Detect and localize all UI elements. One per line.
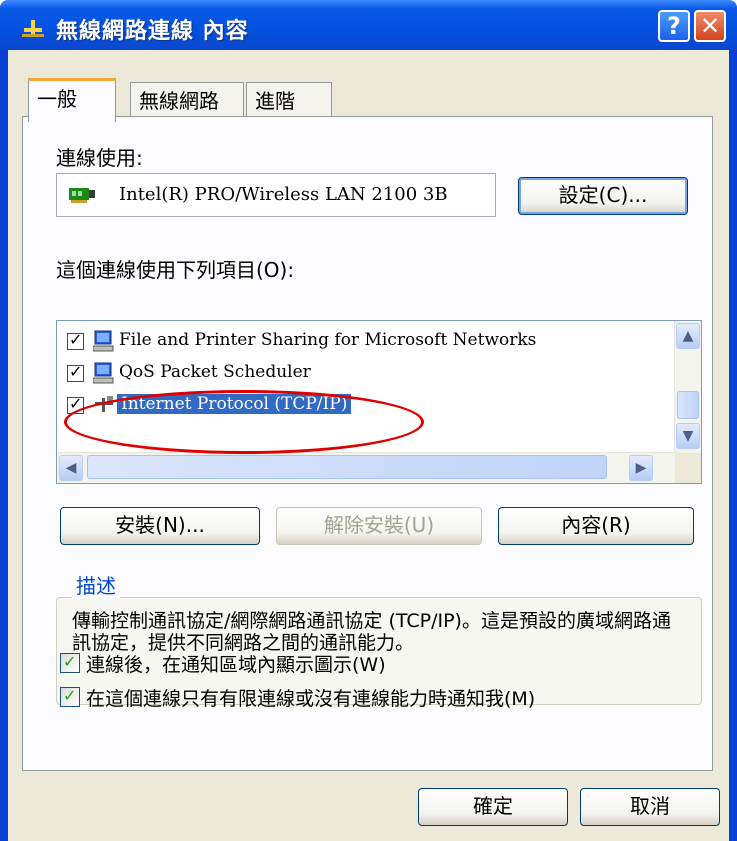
help-button[interactable]: ? — [658, 10, 690, 42]
network-connection-icon — [22, 20, 44, 37]
device-name: Intel(R) PRO/Wireless LAN 2100 3B — [119, 184, 448, 205]
list-item[interactable]: ✓ Internet Protocol (TCP/IP) — [57, 391, 657, 421]
network-service-icon — [93, 330, 114, 352]
window-title: 無線網路連線 內容 — [56, 19, 249, 44]
horizontal-scroll-thumb[interactable] — [87, 455, 607, 479]
item-label: QoS Packet Scheduler — [119, 362, 311, 382]
vertical-scrollbar[interactable]: ▲ ▼ — [674, 321, 701, 453]
list-item[interactable]: ✓ QoS Packet Scheduler — [57, 359, 657, 389]
cancel-button[interactable]: 取消 — [580, 788, 720, 826]
components-label: 這個連線使用下列項目(O): — [56, 258, 295, 282]
dialog-body: 一般 無線網路 進階 連線使用: Intel(R) PRO/Wireless L… — [8, 50, 729, 841]
show-icon-checkbox[interactable]: ✓ — [60, 652, 80, 673]
item-checkbox[interactable]: ✓ — [67, 362, 84, 382]
notify-label[interactable]: 在這個連線只有有限連線或沒有連線能力時通知我(M) — [86, 684, 535, 711]
properties-window: 無線網路連線 內容 ? ✕ 一般 無線網路 進階 連線使用: Intel(R) … — [0, 0, 737, 841]
components-list[interactable]: ✓ File and Printer Sharing for Microsoft… — [56, 320, 702, 484]
description-title: 描述 — [72, 570, 120, 599]
scroll-left-icon[interactable]: ◀ — [59, 455, 83, 481]
device-field: Intel(R) PRO/Wireless LAN 2100 3B — [56, 173, 496, 217]
notify-checkbox[interactable]: ✓ — [60, 686, 80, 707]
install-button[interactable]: 安裝(N)... — [60, 507, 260, 545]
tab-general[interactable]: 一般 — [28, 78, 116, 122]
scroll-down-icon[interactable]: ▼ — [676, 423, 700, 449]
horizontal-scrollbar[interactable]: ◀ ▶ — [57, 452, 677, 483]
item-checkbox[interactable]: ✓ — [67, 330, 84, 350]
close-button[interactable]: ✕ — [694, 10, 726, 42]
ok-button[interactable]: 確定 — [418, 788, 568, 826]
configure-button[interactable]: 設定(C)... — [518, 177, 688, 215]
uninstall-button: 解除安裝(U) — [276, 507, 482, 545]
vertical-scroll-thumb[interactable] — [677, 391, 699, 419]
network-adapter-icon — [69, 188, 95, 203]
list-item[interactable]: ✓ File and Printer Sharing for Microsoft… — [57, 327, 657, 357]
description-text: 傳輸控制通訊協定/網際網路通訊協定 (TCP/IP)。這是預設的廣域網路通訊協定… — [72, 610, 671, 654]
tab-wireless-networks[interactable]: 無線網路 — [130, 82, 244, 120]
tab-advanced[interactable]: 進階 — [246, 82, 332, 120]
show-icon-label[interactable]: 連線後，在通知區域內顯示圖示(W) — [86, 650, 386, 677]
scroll-right-icon[interactable]: ▶ — [629, 455, 653, 481]
connect-using-label: 連線使用: — [56, 146, 143, 170]
item-label-selected: Internet Protocol (TCP/IP) — [117, 394, 352, 414]
properties-button[interactable]: 內容(R) — [498, 507, 694, 545]
scroll-up-icon[interactable]: ▲ — [676, 323, 700, 349]
title-bar[interactable]: 無線網路連線 內容 ? ✕ — [0, 0, 737, 50]
item-checkbox[interactable]: ✓ — [67, 394, 84, 414]
network-service-icon — [93, 362, 114, 384]
network-protocol-icon — [95, 396, 113, 412]
scrollbar-corner — [675, 453, 701, 483]
item-label: File and Printer Sharing for Microsoft N… — [119, 330, 537, 350]
